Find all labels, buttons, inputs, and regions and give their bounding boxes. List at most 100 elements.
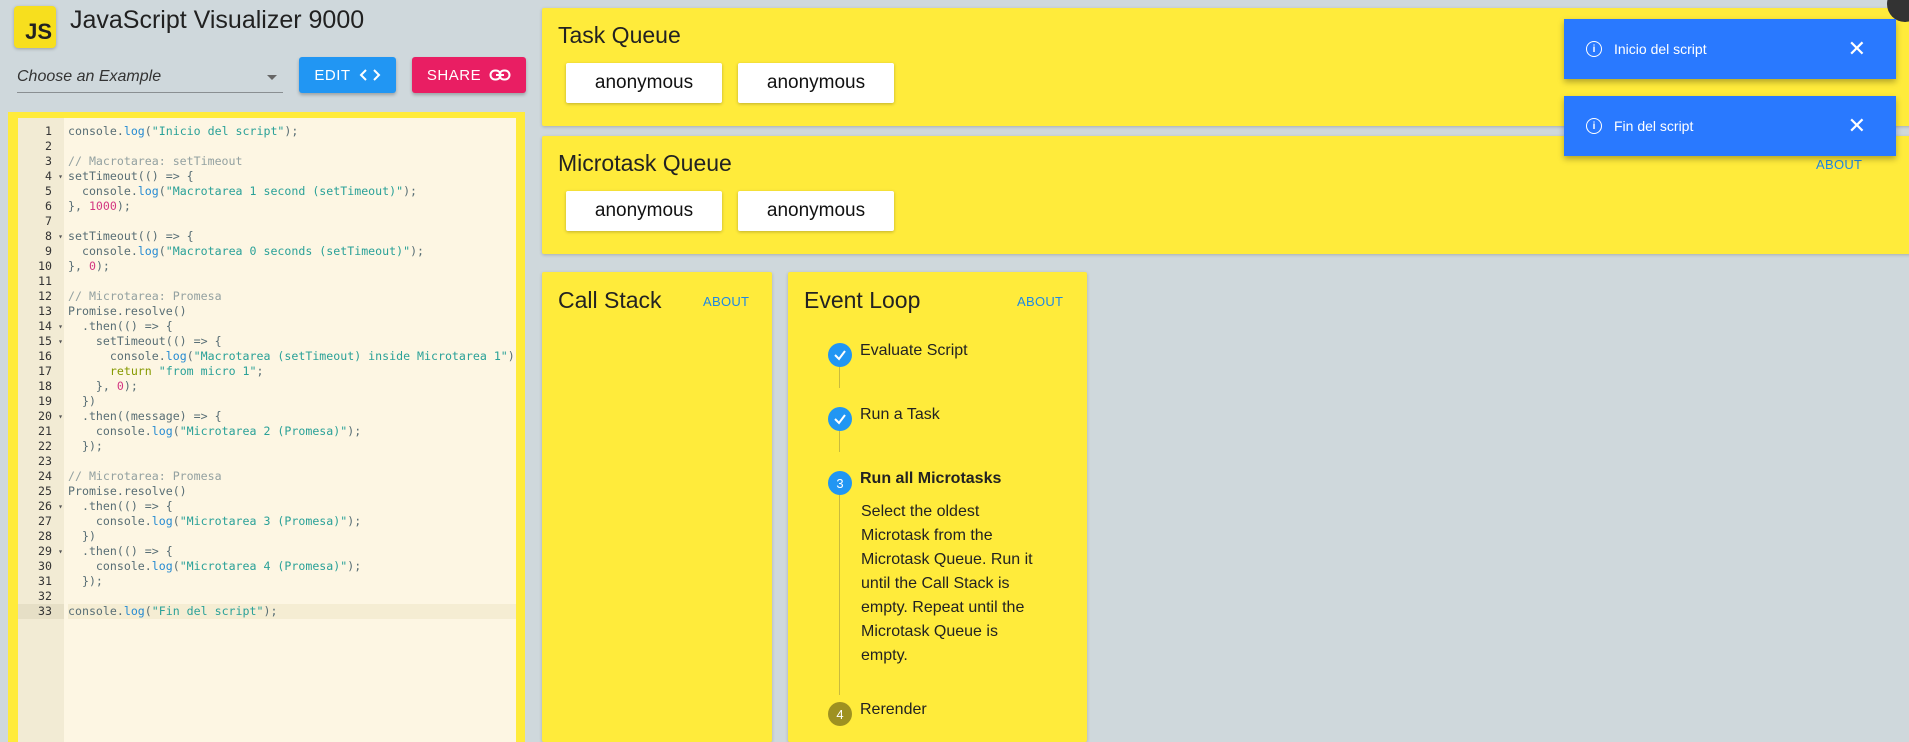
code-line: setTimeout(() => {: [68, 229, 194, 243]
code-line: }, 0);: [68, 379, 138, 393]
line-number: 30: [38, 559, 52, 573]
task-queue-item: anonymous: [566, 63, 722, 103]
microtask-queue-about-link[interactable]: ABOUT: [1816, 157, 1862, 172]
code-line: }, 0);: [68, 259, 110, 273]
info-icon: i: [1586, 118, 1602, 134]
line-number: 33: [18, 604, 64, 619]
info-icon: i: [1586, 41, 1602, 57]
line-number: 3: [45, 154, 52, 168]
step-label: Run a Task: [860, 406, 940, 423]
line-number: 6: [45, 199, 52, 213]
code-area[interactable]: console.log("Inicio del script"); // Macr…: [64, 118, 516, 742]
code-line: // Microtarea: Promesa: [68, 469, 222, 483]
fold-toggle-icon[interactable]: ▾: [58, 229, 63, 244]
line-number: 1: [45, 124, 52, 138]
step-number-badge: 3: [828, 471, 852, 495]
line-number: 19: [38, 394, 52, 408]
line-number: 14 ▾: [38, 319, 63, 334]
close-icon[interactable]: ✕: [1848, 38, 1866, 60]
step-label: Run all Microtasks: [860, 470, 1002, 487]
code-line: });: [68, 574, 103, 588]
toast-notification: i Fin del script ✕: [1564, 96, 1896, 156]
check-icon: [828, 343, 852, 367]
line-number: 26 ▾: [38, 499, 63, 514]
js-logo: JS: [14, 6, 56, 48]
call-stack-title: Call Stack: [558, 287, 662, 313]
line-number: 21: [38, 424, 52, 438]
edit-button-label: EDIT: [314, 66, 351, 84]
example-select-value: Choose an Example: [17, 68, 162, 85]
line-number: 24: [38, 469, 52, 483]
line-number: 27: [38, 514, 52, 528]
line-number: 18: [38, 379, 52, 393]
call-stack-panel: Call Stack ABOUT: [542, 272, 772, 742]
code-line: console.log("Microtarea 2 (Promesa)");: [68, 424, 362, 438]
code-line: }): [68, 529, 96, 543]
line-number: 16: [38, 349, 52, 363]
code-line: console.log("Fin del script");: [68, 604, 516, 619]
line-number: 20 ▾: [38, 409, 63, 424]
code-line: setTimeout(() => {: [68, 334, 222, 348]
line-number: 7: [45, 214, 52, 228]
line-number: 13: [38, 304, 52, 318]
close-icon[interactable]: ✕: [1848, 115, 1866, 137]
code-line: console.log("Microtarea 4 (Promesa)");: [68, 559, 362, 573]
edit-button[interactable]: EDIT: [299, 57, 396, 93]
line-number: 11: [38, 274, 52, 288]
line-number: 32: [38, 589, 52, 603]
task-queue-title: Task Queue: [558, 22, 681, 48]
link-icon: [489, 69, 511, 81]
step-connector: [839, 482, 840, 695]
share-button-label: SHARE: [426, 66, 482, 84]
line-number: 10: [38, 259, 52, 273]
code-line: Promise.resolve(): [68, 304, 187, 318]
code-editor[interactable]: 1 2 3 4 ▾ 5 6 7 8 ▾ 9 10 11 12 13 14 ▾ 15 ▾ 16 17 18 19 20 ▾ 21 22…: [18, 118, 516, 742]
line-number: 9: [45, 244, 52, 258]
code-line: .then(() => {: [68, 544, 173, 558]
fold-toggle-icon[interactable]: ▾: [58, 169, 63, 184]
fold-toggle-icon[interactable]: ▾: [58, 544, 63, 559]
code-line: }, 1000);: [68, 199, 131, 213]
code-line: .then((message) => {: [68, 409, 222, 423]
share-button[interactable]: SHARE: [412, 57, 526, 93]
line-number-gutter: 1 2 3 4 ▾ 5 6 7 8 ▾ 9 10 11 12 13 14 ▾ 15 ▾ 16 17 18 19 20 ▾ 21 22…: [18, 118, 64, 742]
code-line: console.log("Inicio del script");: [68, 124, 299, 138]
microtask-queue-item: anonymous: [738, 191, 894, 231]
dropdown-arrow-icon: [267, 74, 277, 80]
microtask-queue-title: Microtask Queue: [558, 150, 732, 176]
fold-toggle-icon[interactable]: ▾: [58, 409, 63, 424]
check-icon: [828, 407, 852, 431]
line-number: 17: [38, 364, 52, 378]
line-number: 25: [38, 484, 52, 498]
code-line: Promise.resolve(): [68, 484, 187, 498]
code-line: console.log("Microtarea 3 (Promesa)");: [68, 514, 362, 528]
line-number: 8 ▾: [45, 229, 63, 244]
app-title: JavaScript Visualizer 9000: [70, 6, 365, 34]
event-loop-about-link[interactable]: ABOUT: [1017, 294, 1063, 309]
fold-toggle-icon[interactable]: ▾: [58, 334, 63, 349]
line-number: 28: [38, 529, 52, 543]
line-number: 22: [38, 439, 52, 453]
example-select[interactable]: Choose an Example: [17, 62, 283, 93]
code-line: // Macrotarea: setTimeout: [68, 154, 243, 168]
logo-text: JS: [25, 19, 52, 44]
step-number-badge: 4: [828, 702, 852, 726]
fold-toggle-icon[interactable]: ▾: [58, 319, 63, 334]
code-line: setTimeout(() => {: [68, 169, 194, 183]
code-line: return "from micro 1";: [109, 364, 264, 378]
event-loop-title: Event Loop: [804, 287, 921, 313]
code-line: .then(() => {: [68, 499, 173, 513]
task-queue-item: anonymous: [738, 63, 894, 103]
call-stack-about-link[interactable]: ABOUT: [703, 294, 749, 309]
line-number: 5: [45, 184, 52, 198]
toast-message: Fin del script: [1614, 118, 1694, 134]
line-number: 23: [38, 454, 52, 468]
code-line: console.log("Macrotarea (setTimeout) ins…: [68, 349, 515, 363]
code-line: .then(() => {: [68, 319, 173, 333]
step-label: Evaluate Script: [860, 342, 968, 359]
fold-toggle-icon[interactable]: ▾: [58, 499, 63, 514]
code-line: // Microtarea: Promesa: [68, 289, 222, 303]
